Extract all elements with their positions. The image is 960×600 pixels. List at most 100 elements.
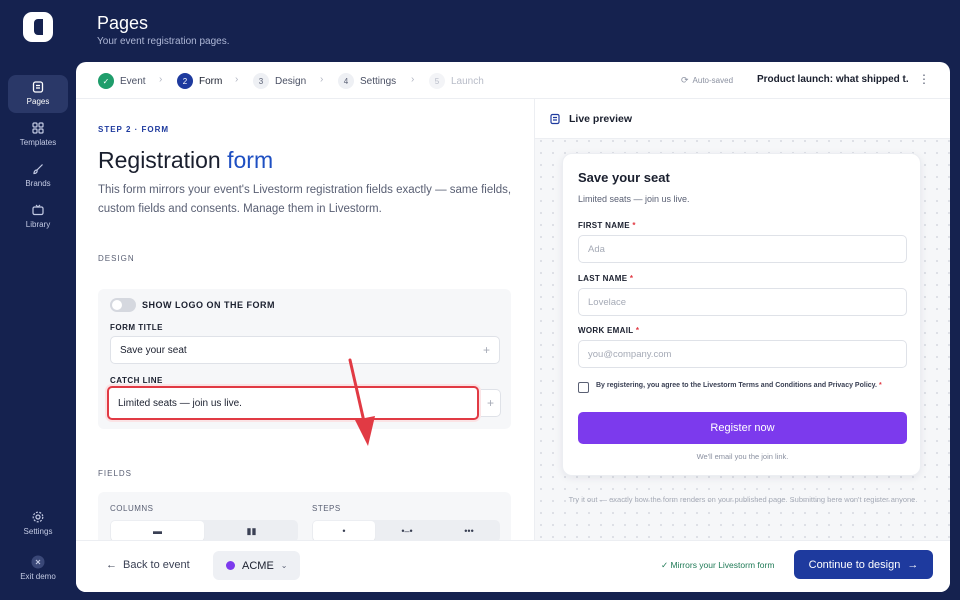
brush-icon	[31, 162, 45, 176]
email-note: We'll email you the join link.	[696, 452, 789, 461]
page-subtitle: Your event registration pages.	[97, 36, 230, 47]
work-email-input[interactable]: you@company.com	[578, 340, 907, 368]
step-label: Design	[275, 75, 307, 87]
step-eyebrow: STEP 2 · FORM	[98, 125, 170, 134]
chevron-right-icon: ›	[159, 74, 163, 85]
back-to-event-button[interactable]: ← Back to event	[106, 559, 190, 571]
tv-icon	[31, 203, 45, 217]
design-section-label: DESIGN	[98, 254, 135, 263]
plus-icon[interactable]: +	[481, 389, 501, 417]
chevron-right-icon: ›	[411, 74, 415, 85]
rail-item-brands[interactable]: Brands	[8, 157, 68, 195]
section-heading: Registration form	[98, 147, 273, 174]
app-logo[interactable]	[23, 12, 53, 42]
first-name-label: FIRST NAME *	[578, 221, 636, 230]
show-logo-toggle[interactable]	[110, 298, 136, 312]
page-title: Pages	[97, 13, 149, 33]
arrow-left-icon: ←	[106, 559, 117, 571]
rail-item-exit-demo[interactable]: Exit demo	[8, 550, 68, 588]
step-number: 4	[338, 73, 354, 89]
required-mark: *	[878, 382, 882, 389]
mirrors-label: Mirrors your Livestorm form	[670, 560, 775, 570]
check-icon: ✓	[98, 73, 114, 89]
rail-item-label: Brands	[25, 179, 51, 188]
rail-item-label: Templates	[19, 138, 57, 147]
design-settings-box: SHOW LOGO ON THE FORM FORM TITLE Save yo…	[98, 289, 511, 429]
rail-item-library[interactable]: Library	[8, 198, 68, 236]
fields-settings-box: COLUMNS STEPS ▬ ▮▮ • •–• •••	[98, 492, 511, 540]
chevron-right-icon: ›	[235, 74, 239, 85]
form-title-label: FORM TITLE	[110, 323, 163, 332]
consent-checkbox[interactable]	[578, 382, 589, 393]
brand-color-dot	[226, 561, 235, 570]
three-step-option[interactable]: •••	[438, 520, 500, 540]
placeholder: you@company.com	[588, 348, 672, 360]
step-number: 3	[253, 73, 269, 89]
placeholder: Lovelace	[588, 296, 627, 308]
rail-item-settings[interactable]: Settings	[8, 505, 68, 543]
continue-to-design-button[interactable]: Continue to design →	[794, 550, 933, 579]
required-mark: *	[635, 326, 640, 335]
steps-selector: • •–• •••	[312, 520, 500, 540]
plus-icon[interactable]: +	[483, 343, 490, 357]
rail-item-pages[interactable]: Pages	[8, 75, 68, 113]
catch-line-value: Limited seats — join us live.	[118, 397, 242, 409]
autosave-status: ⟳ Auto-saved	[681, 75, 733, 86]
single-column-option[interactable]: ▬	[111, 521, 204, 540]
register-button[interactable]: Register now	[578, 412, 907, 444]
brand-name: ACME	[242, 559, 274, 572]
live-preview-panel: Live preview Save your seat Limited seat…	[534, 99, 950, 540]
catch-line-input[interactable]: Limited seats — join us live.	[107, 386, 479, 420]
two-step-option[interactable]: •–•	[376, 520, 438, 540]
rail-item-label: Exit demo	[20, 572, 56, 581]
arrow-right-icon: →	[907, 558, 919, 571]
step-settings[interactable]: 4 Settings	[338, 72, 396, 90]
mirrors-status: ✓ Mirrors your Livestorm form	[661, 560, 774, 571]
consent-label: By registering, you agree to the Livesto…	[596, 382, 877, 389]
chevron-right-icon: ›	[320, 74, 324, 85]
wizard-footer: ← Back to event ACME ⌄ ✓ Mirrors your Li…	[76, 540, 950, 592]
rail-item-label: Library	[25, 220, 51, 229]
last-name-input[interactable]: Lovelace	[578, 288, 907, 316]
form-title-value: Save your seat	[120, 344, 187, 356]
step-number: 2	[177, 73, 193, 89]
page-icon	[549, 113, 561, 125]
left-rail: Pages Templates Brands Library Settings …	[0, 0, 76, 600]
rail-item-templates[interactable]: Templates	[8, 116, 68, 154]
last-name-label: LAST NAME *	[578, 274, 633, 283]
event-name: Product launch: what shipped t...	[757, 74, 909, 85]
wizard-stepper: ✓ Event › 2 Form › 3 Design › 4 Settings…	[76, 62, 950, 99]
catch-line-label: CATCH LINE	[110, 376, 163, 385]
preview-title: Save your seat	[578, 170, 670, 185]
step-launch: 5 Launch	[429, 72, 484, 90]
step-design[interactable]: 3 Design	[253, 72, 306, 90]
form-settings-panel: STEP 2 · FORM Registration form This for…	[76, 99, 534, 540]
editor-card: ✓ Event › 2 Form › 3 Design › 4 Settings…	[76, 62, 950, 592]
chevron-down-icon: ⌄	[280, 561, 288, 570]
placeholder: Ada	[588, 243, 605, 255]
live-preview-title: Live preview	[569, 112, 633, 125]
consent-text: By registering, you agree to the Livesto…	[596, 380, 906, 391]
label-text: LAST NAME	[578, 274, 628, 283]
step-label: Launch	[451, 75, 484, 87]
step-form[interactable]: 2 Form	[177, 72, 222, 90]
rail-item-label: Pages	[26, 97, 50, 106]
rail-item-label: Settings	[23, 527, 53, 536]
one-step-option[interactable]: •	[313, 521, 375, 540]
two-column-option[interactable]: ▮▮	[205, 520, 298, 540]
form-title-input[interactable]: Save your seat +	[110, 336, 500, 364]
step-number: 5	[429, 73, 445, 89]
more-options-icon[interactable]: ⋮	[918, 72, 930, 86]
columns-label: COLUMNS	[110, 504, 154, 513]
brand-select[interactable]: ACME ⌄	[213, 551, 300, 580]
step-event[interactable]: ✓ Event	[98, 72, 146, 90]
first-name-input[interactable]: Ada	[578, 235, 907, 263]
check-icon: ✓	[661, 560, 669, 570]
steps-label: STEPS	[312, 504, 341, 513]
preview-hint: Try it out — exactly how the form render…	[568, 495, 918, 504]
label-text: FIRST NAME	[578, 221, 630, 230]
section-description: This form mirrors your event's Livestorm…	[98, 184, 512, 215]
exit-icon	[31, 555, 45, 569]
show-logo-label: SHOW LOGO ON THE FORM	[142, 300, 275, 310]
step-label: Settings	[360, 75, 397, 87]
